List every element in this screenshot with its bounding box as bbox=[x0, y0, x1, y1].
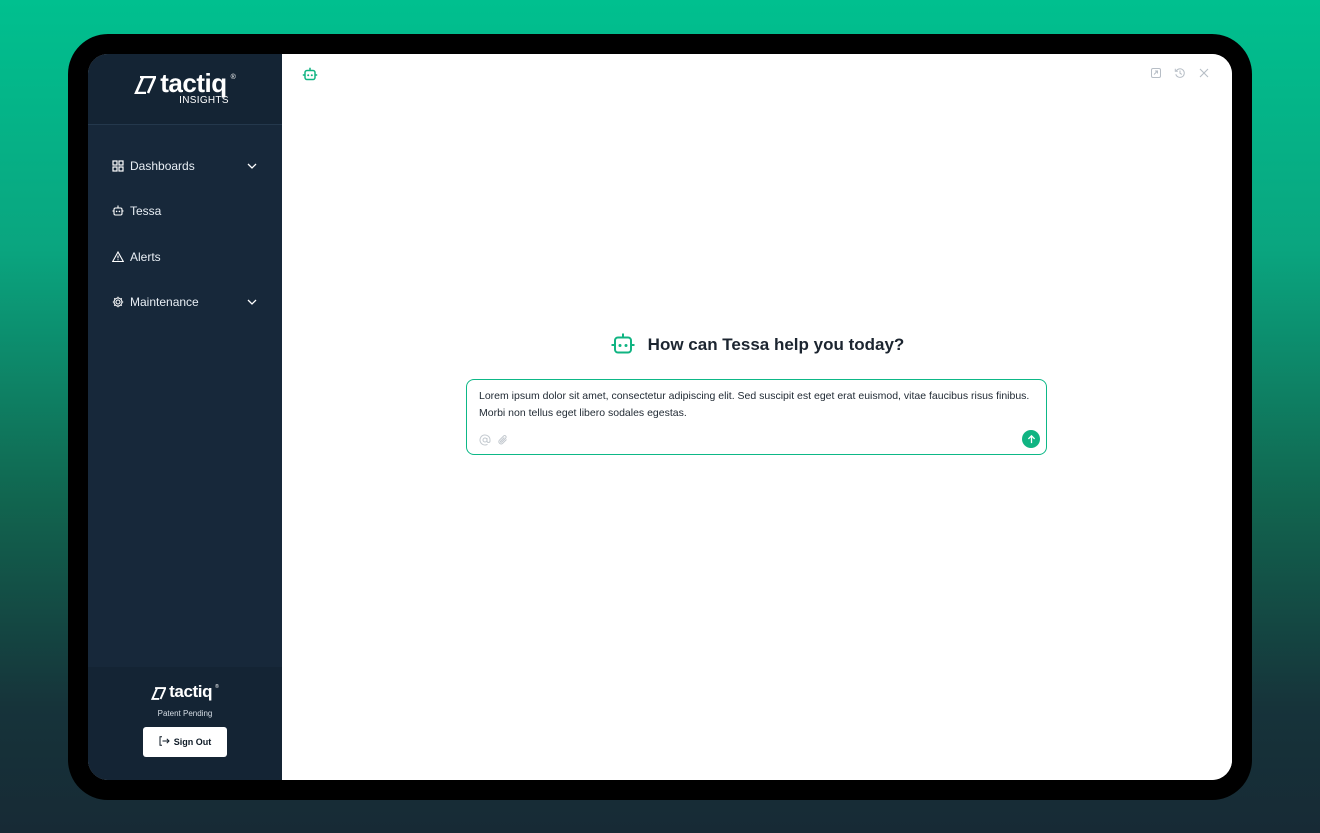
chat-panel: How can Tessa help you today? Lorem ipsu… bbox=[282, 54, 1232, 780]
attachment-icon[interactable] bbox=[497, 434, 509, 446]
sidebar-item-tessa[interactable]: Tessa bbox=[88, 189, 282, 235]
message-input[interactable]: Lorem ipsum dolor sit amet, consectetur … bbox=[479, 388, 1036, 422]
message-composer[interactable]: Lorem ipsum dolor sit amet, consectetur … bbox=[466, 379, 1047, 455]
close-icon[interactable] bbox=[1198, 67, 1210, 79]
chevron-down-icon[interactable] bbox=[246, 160, 258, 172]
brand-subtitle: INSIGHTS bbox=[179, 95, 229, 106]
sidebar-nav: Dashboards Tessa Alerts Maintenance bbox=[88, 125, 282, 325]
app-screen: tactiq ® INSIGHTS Dashboards Tessa Alert… bbox=[88, 54, 1232, 780]
sidebar-item-dashboards[interactable]: Dashboards bbox=[88, 143, 282, 189]
robot-icon bbox=[610, 332, 636, 358]
footer-registered-mark: ® bbox=[215, 684, 219, 690]
brand-header: tactiq ® INSIGHTS bbox=[88, 54, 282, 125]
sign-out-button[interactable]: Sign Out bbox=[143, 727, 227, 757]
tactiq-logo-mark-icon bbox=[151, 687, 167, 700]
gear-icon bbox=[112, 296, 124, 308]
welcome-heading: How can Tessa help you today? bbox=[282, 332, 1232, 358]
brand-registered-mark: ® bbox=[230, 74, 236, 81]
sidebar-item-label: Alerts bbox=[130, 249, 161, 264]
window-controls bbox=[1150, 67, 1210, 79]
tactiq-logo-mark-icon bbox=[134, 76, 157, 94]
footer-logo: tactiq ® bbox=[151, 682, 219, 701]
expand-icon[interactable] bbox=[1150, 67, 1162, 79]
sign-out-label: Sign Out bbox=[173, 737, 212, 747]
robot-icon bbox=[302, 67, 318, 83]
sidebar-item-alerts[interactable]: Alerts bbox=[88, 234, 282, 280]
mention-icon[interactable] bbox=[479, 434, 491, 446]
sign-out-icon bbox=[159, 736, 170, 748]
brand-name: tactiq bbox=[160, 68, 227, 98]
footer-logo-text: tactiq bbox=[169, 682, 213, 701]
sidebar-item-label: Maintenance bbox=[130, 295, 199, 310]
send-button[interactable] bbox=[1022, 430, 1040, 448]
composer-tools bbox=[479, 434, 509, 446]
history-icon[interactable] bbox=[1174, 67, 1186, 79]
grid-icon bbox=[112, 160, 124, 172]
sidebar-footer: tactiq ® Patent Pending Sign Out bbox=[88, 667, 282, 780]
patent-pending-text: Patent Pending bbox=[157, 709, 213, 718]
brand-logo[interactable]: tactiq ® bbox=[134, 68, 236, 98]
sidebar: tactiq ® INSIGHTS Dashboards Tessa Alert… bbox=[88, 54, 282, 780]
robot-icon bbox=[112, 205, 124, 217]
chevron-down-icon[interactable] bbox=[246, 296, 258, 308]
alert-triangle-icon bbox=[112, 250, 124, 263]
page-title: How can Tessa help you today? bbox=[647, 335, 905, 354]
tablet-frame: tactiq ® INSIGHTS Dashboards Tessa Alert… bbox=[68, 34, 1252, 800]
arrow-up-icon bbox=[1027, 434, 1035, 443]
sidebar-item-label: Dashboards bbox=[130, 158, 195, 173]
sidebar-item-label: Tessa bbox=[130, 204, 162, 219]
sidebar-item-maintenance[interactable]: Maintenance bbox=[88, 280, 282, 326]
